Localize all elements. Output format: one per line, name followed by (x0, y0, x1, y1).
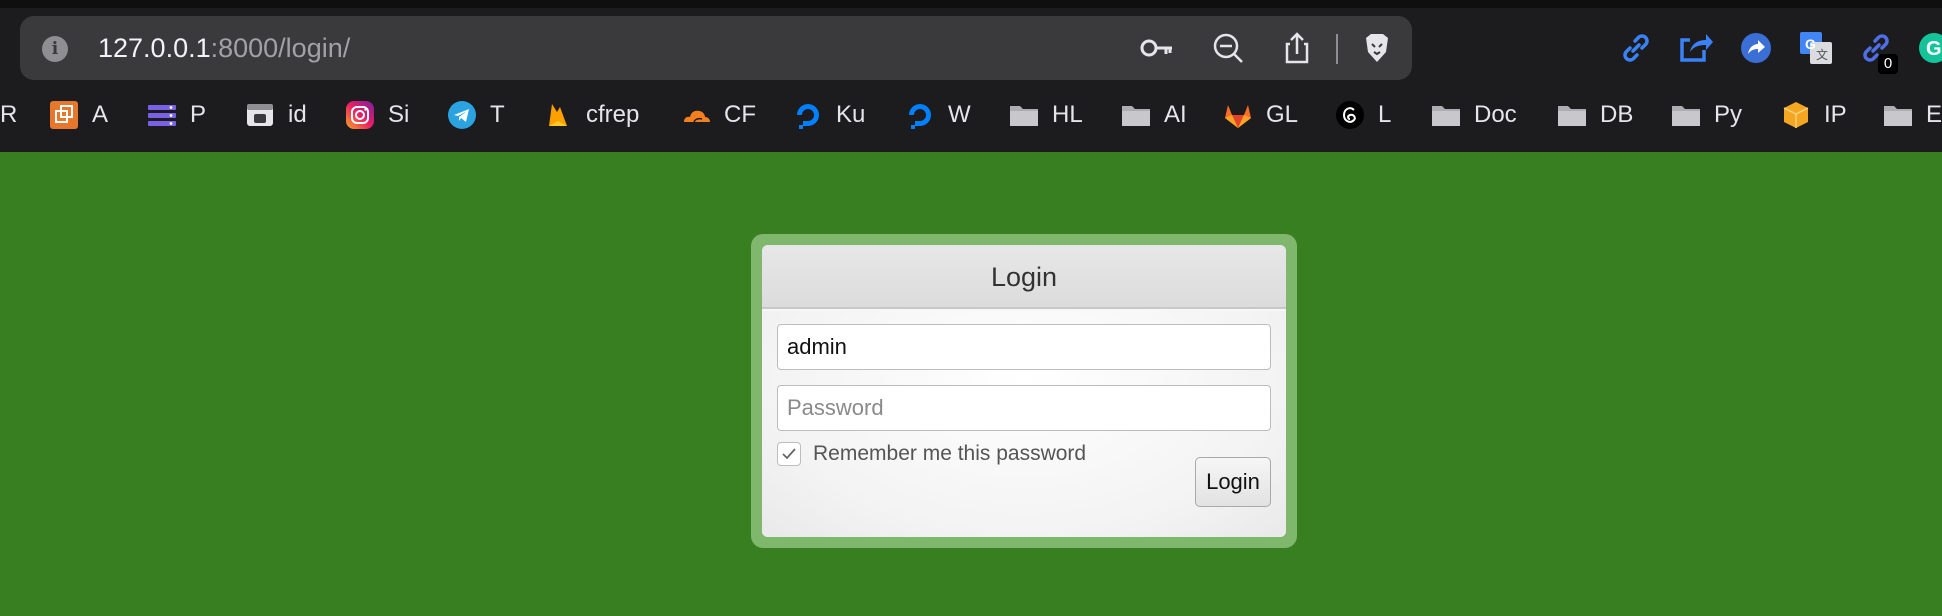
bookmark-ku[interactable]: Ku (792, 98, 865, 132)
bookmark-w[interactable]: W (904, 98, 971, 132)
bookmark-label: A (92, 101, 109, 128)
bookmark-gl[interactable]: GL (1222, 98, 1298, 132)
page-content: Login Remember me this password Login (0, 152, 1942, 616)
gitlab-icon (1222, 99, 1254, 131)
digitalocean-icon (792, 99, 824, 131)
bookmark-si[interactable]: Si (344, 98, 409, 132)
bookmark-id[interactable]: id (244, 98, 307, 132)
folder-icon (1120, 99, 1152, 131)
google-translate-icon[interactable]: G文 (1796, 28, 1836, 68)
link-extension-icon[interactable] (1616, 28, 1656, 68)
brave-shield-icon[interactable] (1360, 32, 1394, 64)
bookmark-label: AI (1164, 101, 1187, 128)
bookmark-folder-py[interactable]: Py (1670, 98, 1742, 132)
bookmark-p[interactable]: P (146, 98, 206, 132)
bookmark-folder-e[interactable]: E (1882, 98, 1942, 132)
remember-me-checkbox[interactable] (777, 442, 801, 466)
toolbar-separator (1336, 34, 1338, 64)
share-out-extension-icon[interactable] (1676, 28, 1716, 68)
login-panel-frame: Login Remember me this password Login (751, 234, 1297, 548)
info-icon[interactable]: i (42, 36, 68, 62)
checkmark-icon (782, 448, 796, 460)
bookmark-label: Doc (1474, 101, 1517, 128)
orange-square-icon (48, 99, 80, 131)
zoom-out-icon[interactable] (1212, 32, 1246, 64)
login-button[interactable]: Login (1195, 457, 1271, 507)
cloudflare-icon (680, 99, 712, 131)
bookmark-label: R (0, 101, 18, 128)
remember-me-row[interactable]: Remember me this password (777, 442, 1086, 466)
bookmark-folder-doc[interactable]: Doc (1430, 98, 1517, 132)
bookmark-label: P (190, 101, 207, 128)
url-text[interactable]: 127.0.0.1:8000/login/ (98, 32, 350, 64)
folder-icon (1008, 99, 1040, 131)
key-icon[interactable] (1140, 32, 1174, 64)
bookmark-label: T (490, 101, 505, 128)
bookmark-folder-ai[interactable]: AI (1120, 98, 1187, 132)
username-input[interactable] (777, 324, 1271, 370)
bookmark-ip[interactable]: IP (1780, 98, 1847, 132)
bookmark-label: Si (388, 101, 410, 128)
bookmark-label: W (948, 101, 971, 128)
bookmark-label: IP (1824, 101, 1847, 128)
window-top-strip (0, 0, 1942, 8)
extension-badge: 0 (1878, 54, 1898, 74)
browser-window-icon (244, 99, 276, 131)
telegram-icon (446, 99, 478, 131)
svg-text:G: G (1805, 36, 1816, 52)
bookmark-label: Py (1714, 101, 1743, 128)
remember-me-label: Remember me this password (813, 442, 1087, 465)
bookmark-label: Ku (836, 101, 866, 128)
password-input[interactable] (777, 385, 1271, 431)
login-title: Login (990, 262, 1058, 292)
bookmark-a[interactable]: A (48, 98, 108, 132)
url-path: :8000/login/ (210, 33, 351, 63)
threads-icon (1334, 99, 1366, 131)
bookmark-cfrep[interactable]: cfrep (542, 98, 639, 132)
digitalocean-icon (904, 99, 936, 131)
bookmark-label: cfrep (586, 101, 640, 128)
bookmark-t[interactable]: T (446, 98, 505, 132)
svg-text:G: G (1926, 38, 1942, 60)
bookmark-r[interactable]: R (0, 98, 17, 132)
login-header: Login (762, 245, 1286, 309)
box-icon (1780, 99, 1812, 131)
bookmark-label: DB (1600, 101, 1634, 128)
bookmark-cf[interactable]: CF (680, 98, 756, 132)
login-form: Remember me this password Login (762, 311, 1286, 537)
bookmark-folder-hl[interactable]: HL (1008, 98, 1083, 132)
bookmark-l[interactable]: L (1334, 98, 1391, 132)
folder-icon (1556, 99, 1588, 131)
share-icon[interactable] (1280, 32, 1314, 64)
folder-icon (1670, 99, 1702, 131)
bookmark-label: id (288, 101, 307, 128)
folder-icon (1430, 99, 1462, 131)
svg-text:文: 文 (1816, 47, 1828, 62)
login-panel: Login Remember me this password Login (762, 245, 1286, 537)
browser-chrome: i 127.0.0.1:8000/login/ G文 0 G R A P id … (0, 0, 1942, 152)
firebase-icon (542, 99, 574, 131)
address-bar[interactable]: i 127.0.0.1:8000/login/ (20, 16, 1412, 80)
bookmark-label: L (1378, 101, 1392, 128)
url-host: 127.0.0.1 (98, 33, 211, 63)
bookmark-label: GL (1266, 101, 1299, 128)
purple-list-icon (146, 99, 178, 131)
bookmark-folder-db[interactable]: DB (1556, 98, 1633, 132)
forward-extension-icon[interactable] (1736, 28, 1776, 68)
bookmark-label: E (1926, 101, 1942, 128)
folder-icon (1882, 99, 1914, 131)
bookmark-label: CF (724, 101, 756, 128)
bookmark-label: HL (1052, 101, 1083, 128)
instagram-icon (344, 99, 376, 131)
grammarly-icon[interactable]: G (1914, 28, 1942, 68)
